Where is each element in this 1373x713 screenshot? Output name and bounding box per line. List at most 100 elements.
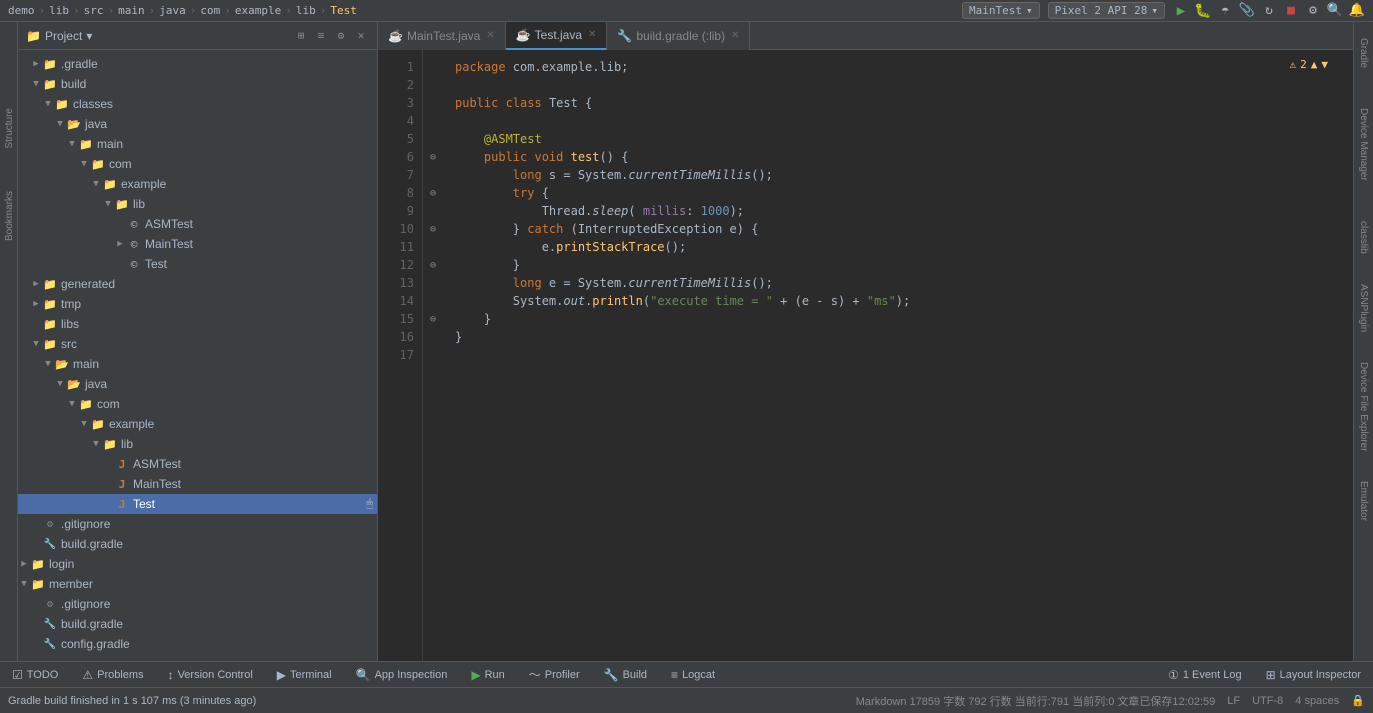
profiler-button[interactable]: 〜 Profiler bbox=[525, 664, 584, 685]
settings-button[interactable]: ⚙ bbox=[1305, 3, 1321, 19]
build-button[interactable]: 🔧 Build bbox=[600, 666, 651, 684]
tree-item-test-src[interactable]: ▶ J Test 🖱 bbox=[18, 494, 377, 514]
bc-src[interactable]: src bbox=[84, 4, 104, 17]
status-format[interactable]: LF bbox=[1227, 695, 1240, 707]
sync-button[interactable]: ↻ bbox=[1261, 3, 1277, 19]
tree-item-libs[interactable]: ▶ 📁 libs bbox=[18, 314, 377, 334]
tree-item-lib-build[interactable]: ▼ 📁 lib bbox=[18, 194, 377, 214]
tree-item-com-src[interactable]: ▼ 📁 com bbox=[18, 394, 377, 414]
attach-button[interactable]: 📎 bbox=[1239, 3, 1255, 19]
bc-java[interactable]: java bbox=[159, 4, 186, 17]
tab-close-test[interactable]: ✕ bbox=[588, 29, 596, 40]
build-icon: 🔧 bbox=[604, 668, 619, 682]
run-button[interactable]: ▶ bbox=[1173, 3, 1189, 19]
tree-item-gradle[interactable]: ▶ 📁 .gradle bbox=[18, 54, 377, 74]
bc-lib[interactable]: lib bbox=[49, 4, 69, 17]
tree-item-gitignore2[interactable]: ▶ ⚙ .gitignore bbox=[18, 594, 377, 614]
layout-inspector-button[interactable]: ⊞ Layout Inspector bbox=[1262, 666, 1365, 684]
tree-item-example-build[interactable]: ▼ 📁 example bbox=[18, 174, 377, 194]
debug-button[interactable]: 🐛 bbox=[1195, 3, 1211, 19]
tree-item-test-build[interactable]: ▶ © Test bbox=[18, 254, 377, 274]
stop-button[interactable]: ■ bbox=[1283, 3, 1299, 19]
panel-settings-btn[interactable]: ⚙ bbox=[333, 28, 349, 44]
tree-item-login[interactable]: ▶ 📁 login bbox=[18, 554, 377, 574]
bc-demo[interactable]: demo bbox=[8, 4, 35, 17]
device-selector[interactable]: Pixel 2 API 28 ▾ bbox=[1048, 2, 1165, 19]
warning-chevron-up[interactable]: ▲ bbox=[1311, 58, 1318, 71]
run-config-selector[interactable]: MainTest ▾ bbox=[962, 2, 1040, 19]
app-inspection-button[interactable]: 🔍 App Inspection bbox=[352, 666, 452, 684]
right-label-gradle[interactable]: Gradle bbox=[1356, 32, 1371, 74]
tab-close-buildgradle[interactable]: ✕ bbox=[731, 30, 739, 41]
tree-label: libs bbox=[61, 317, 373, 331]
tab-maintest[interactable]: ☕ MainTest.java ✕ bbox=[378, 22, 506, 50]
right-label-asnplugin[interactable]: ASNPlugin bbox=[1356, 278, 1371, 338]
tree-item-com-build[interactable]: ▼ 📁 com bbox=[18, 154, 377, 174]
problems-button[interactable]: ⚠ Problems bbox=[78, 666, 147, 684]
tree-item-java-build[interactable]: ▼ 📂 java bbox=[18, 114, 377, 134]
todo-button[interactable]: ☑ TODO bbox=[8, 666, 62, 684]
tree-item-src[interactable]: ▼ 📁 src bbox=[18, 334, 377, 354]
tree-item-lib-src[interactable]: ▼ 📁 lib bbox=[18, 434, 377, 454]
gutter-15[interactable]: ⊖ bbox=[423, 310, 443, 328]
bc-lib2[interactable]: lib bbox=[296, 4, 316, 17]
tree-item-java-src[interactable]: ▼ 📂 java bbox=[18, 374, 377, 394]
collapse-all-btn[interactable]: ≡ bbox=[313, 28, 329, 44]
tab-test[interactable]: ☕ Test.java ✕ bbox=[506, 22, 608, 50]
code-content[interactable]: package com.example.lib; public class Te… bbox=[443, 50, 1353, 661]
terminal-button[interactable]: ▶ Terminal bbox=[273, 666, 336, 684]
gutter-10[interactable]: ⊖ bbox=[423, 220, 443, 238]
version-control-button[interactable]: ↕ Version Control bbox=[164, 666, 257, 684]
tree-item-main-src[interactable]: ▼ 📂 main bbox=[18, 354, 377, 374]
right-label-classlib[interactable]: classlib bbox=[1356, 215, 1371, 260]
tab-close-maintest[interactable]: ✕ bbox=[486, 30, 494, 41]
search-button[interactable]: 🔍 bbox=[1327, 3, 1343, 19]
sidebar-structure[interactable]: Structure bbox=[0, 102, 17, 155]
tree-item-build-gradle[interactable]: ▶ 🔧 build.gradle bbox=[18, 534, 377, 554]
tab-buildgradle[interactable]: 🔧 build.gradle (:lib) ✕ bbox=[607, 22, 750, 50]
close-panel-btn[interactable]: ✕ bbox=[353, 28, 369, 44]
status-encoding[interactable]: UTF-8 bbox=[1252, 695, 1283, 707]
logcat-button[interactable]: ≡ Logcat bbox=[667, 666, 719, 684]
sidebar-bookmarks[interactable]: Bookmarks bbox=[0, 185, 17, 247]
folder-icon: 📁 bbox=[114, 196, 130, 212]
gradle-icon: 🔧 bbox=[42, 616, 58, 632]
gutter-8[interactable]: ⊖ bbox=[423, 184, 443, 202]
gutter-6[interactable]: ⊖ bbox=[423, 148, 443, 166]
tree-item-asmtest-build[interactable]: ▶ © ASMTest bbox=[18, 214, 377, 234]
warning-indicator[interactable]: ⚠ 2 ▲ ▼ bbox=[1290, 58, 1329, 71]
warning-chevron-down[interactable]: ▼ bbox=[1321, 58, 1328, 71]
tree-item-example-src[interactable]: ▼ 📁 example bbox=[18, 414, 377, 434]
tree-item-maintest-src[interactable]: ▶ J MainTest bbox=[18, 474, 377, 494]
tree-label: com bbox=[97, 397, 373, 411]
bc-com[interactable]: com bbox=[200, 4, 220, 17]
right-label-device-file-explorer[interactable]: Device File Explorer bbox=[1356, 356, 1371, 457]
coverage-button[interactable]: ☂ bbox=[1217, 3, 1233, 19]
gutter-12[interactable]: ⊖ bbox=[423, 256, 443, 274]
bc-main[interactable]: main bbox=[118, 4, 145, 17]
status-indent[interactable]: 4 spaces bbox=[1295, 695, 1339, 707]
bc-example[interactable]: example bbox=[235, 4, 281, 17]
tree-item-maintest-build[interactable]: ▶ © MainTest bbox=[18, 234, 377, 254]
tree-item-gitignore[interactable]: ▶ ⚙ .gitignore bbox=[18, 514, 377, 534]
folder-icon: 📁 bbox=[42, 336, 58, 352]
tree-label: lib bbox=[133, 197, 373, 211]
right-label-device-manager[interactable]: Device Manager bbox=[1356, 102, 1371, 187]
tree-item-classes[interactable]: ▼ 📁 classes bbox=[18, 94, 377, 114]
run-button-bottom[interactable]: ▶ Run bbox=[467, 666, 508, 684]
right-label-emulator[interactable]: Emulator bbox=[1356, 475, 1371, 527]
status-right: Markdown 17859 字数 792 行数 当前行:791 当前列:0 文… bbox=[856, 693, 1365, 709]
tree-item-generated[interactable]: ▶ 📁 generated bbox=[18, 274, 377, 294]
tree-item-main-build[interactable]: ▼ 📁 main bbox=[18, 134, 377, 154]
tree-item-config-gradle[interactable]: ▶ 🔧 config.gradle bbox=[18, 634, 377, 654]
tree-item-tmp[interactable]: ▶ 📁 tmp bbox=[18, 294, 377, 314]
tree-item-member[interactable]: ▼ 📁 member bbox=[18, 574, 377, 594]
event-log-button[interactable]: ① 1 Event Log bbox=[1164, 666, 1245, 684]
project-dropdown[interactable]: ▾ bbox=[86, 29, 92, 43]
tree-item-build[interactable]: ▼ 📁 build bbox=[18, 74, 377, 94]
notification-icon[interactable]: 🔔 bbox=[1349, 3, 1365, 19]
tree-item-asmtest-src[interactable]: ▶ J ASMTest bbox=[18, 454, 377, 474]
breadcrumb: demo › lib › src › main › java › com › e… bbox=[8, 4, 357, 17]
tree-item-build-gradle2[interactable]: ▶ 🔧 build.gradle bbox=[18, 614, 377, 634]
sync-project-btn[interactable]: ⊞ bbox=[293, 28, 309, 44]
